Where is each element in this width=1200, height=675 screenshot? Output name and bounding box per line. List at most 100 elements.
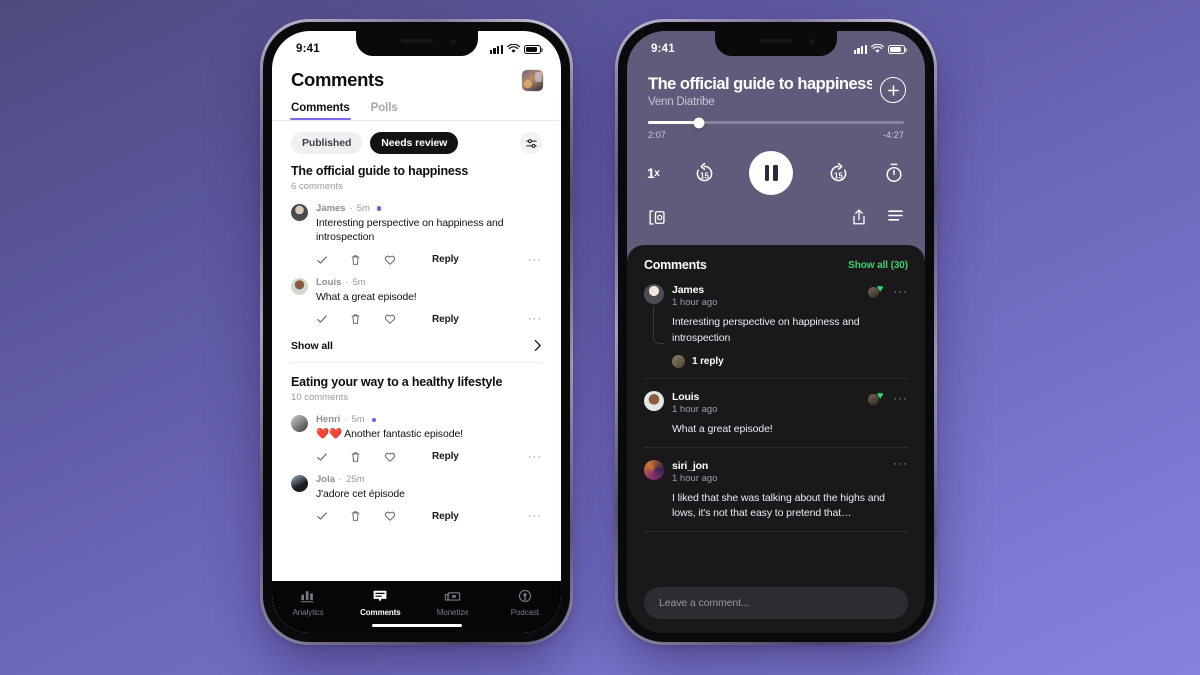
comment-bubble-icon <box>373 590 387 602</box>
reply-button[interactable]: Reply <box>432 451 459 462</box>
more-options-icon[interactable]: ··· <box>528 254 542 265</box>
comment-author: James <box>672 284 704 297</box>
episode-comment-count: 10 comments <box>291 392 349 404</box>
meta-separator: · <box>345 276 349 288</box>
queue-list-icon[interactable] <box>887 208 904 231</box>
bar-chart-icon <box>301 590 314 602</box>
check-icon[interactable] <box>316 313 350 325</box>
playback-speed-button[interactable]: 1x <box>647 165 660 181</box>
avatar <box>644 460 664 481</box>
tabbar-item-comments[interactable]: Comments <box>344 589 416 617</box>
heart-icon[interactable] <box>384 451 418 463</box>
tab-comments[interactable]: Comments <box>290 102 351 120</box>
forward-15-icon[interactable]: 15 <box>827 162 850 185</box>
comment-time: 1 hour ago <box>672 297 718 309</box>
front-camera <box>449 39 456 45</box>
replies-row[interactable]: 1 reply <box>672 354 908 368</box>
check-icon[interactable] <box>316 510 350 522</box>
player-header: The official guide to happiness Venn Dia… <box>627 61 925 108</box>
plus-circle-icon[interactable] <box>880 77 906 103</box>
more-options-icon[interactable]: ··· <box>528 451 542 462</box>
airplay-cast-icon[interactable] <box>648 209 666 231</box>
heart-icon[interactable] <box>384 510 418 522</box>
avatar <box>672 354 685 368</box>
show-all-link[interactable]: Show all (30) <box>848 260 908 271</box>
comment-author: James <box>316 203 346 214</box>
more-options-icon[interactable]: ··· <box>893 287 908 298</box>
show-all-row[interactable]: Show all <box>291 339 542 352</box>
avatar <box>291 474 308 492</box>
comment-text: Interesting perspective on happiness and… <box>316 217 504 244</box>
comment-row: James · 5m Interesting perspective on ha… <box>291 203 542 266</box>
green-heart-reaction[interactable]: ♥ <box>868 284 883 299</box>
tabbar-label: Monetize <box>436 607 469 617</box>
wifi-icon <box>507 44 520 53</box>
tab-polls[interactable]: Polls <box>371 102 398 120</box>
green-heart-reaction[interactable]: ♥ <box>868 390 883 406</box>
notch <box>355 31 478 56</box>
comment-text: I liked that she was talking about the h… <box>672 492 885 520</box>
speed-suffix: x <box>654 167 660 179</box>
comments-list[interactable]: The official guide to happiness 6 commen… <box>272 164 561 581</box>
comments-panel: Comments Show all (30) James 1 hour ago <box>627 245 925 633</box>
tabbar-item-podcast[interactable]: Podcast <box>489 589 561 617</box>
more-options-icon[interactable]: ··· <box>893 459 908 470</box>
cellular-bars-icon <box>489 44 503 54</box>
filter-chip-row: Published Needs review <box>272 121 561 164</box>
tabbar-label: Comments <box>360 607 401 617</box>
tabbar-item-monetize[interactable]: Monetize <box>417 589 489 617</box>
check-icon[interactable] <box>316 254 350 266</box>
player-secondary-actions <box>627 195 925 245</box>
battery-icon <box>524 44 543 54</box>
more-options-icon[interactable]: ··· <box>893 393 908 404</box>
comment-author: Henri <box>316 414 341 426</box>
reply-button[interactable]: Reply <box>432 314 459 325</box>
comment-composer-input[interactable]: Leave a comment... <box>644 587 908 619</box>
tab-polls-label: Polls <box>370 102 398 114</box>
check-icon[interactable] <box>316 451 350 463</box>
chip-published[interactable]: Published <box>291 132 363 154</box>
comment-time: 5m <box>351 414 365 426</box>
reply-button[interactable]: Reply <box>432 254 459 265</box>
comment-time: 1 hour ago <box>672 403 718 415</box>
comment-author: Jola <box>316 473 336 485</box>
right-phone-screen: 9:41 The official guide to happiness Ven… <box>627 31 925 633</box>
meta-separator: · <box>349 203 353 214</box>
sliders-filter-icon[interactable] <box>520 132 542 154</box>
right-phone-device: 9:41 The official guide to happiness Ven… <box>615 19 937 645</box>
left-header: Comments <box>272 61 561 91</box>
avatar <box>291 415 308 433</box>
progress-track[interactable] <box>648 117 904 129</box>
section-divider <box>291 362 542 364</box>
pause-button[interactable] <box>749 151 794 196</box>
comment-author: siri_jon <box>672 460 709 473</box>
heart-icon[interactable] <box>384 313 418 325</box>
tab-comments-label: Comments <box>291 102 350 114</box>
rewind-15-icon[interactable]: 15 <box>693 162 716 185</box>
meta-separator: · <box>339 473 343 485</box>
chip-needs-review[interactable]: Needs review <box>370 132 459 154</box>
comment-text: Interesting perspective on happiness and… <box>672 316 860 344</box>
heart-icon[interactable] <box>384 254 418 266</box>
sleep-timer-icon[interactable] <box>883 162 905 184</box>
more-options-icon[interactable]: ··· <box>528 314 542 325</box>
avatar <box>291 204 308 221</box>
reply-count: 1 reply <box>692 355 724 367</box>
share-icon[interactable] <box>851 208 867 231</box>
album-artwork-thumbnail[interactable] <box>522 69 543 91</box>
remaining-time: -4:27 <box>882 130 904 141</box>
trash-icon[interactable] <box>350 254 384 266</box>
progress-knob[interactable] <box>693 117 705 129</box>
reply-button[interactable]: Reply <box>432 511 459 522</box>
trash-icon[interactable] <box>350 510 384 522</box>
trash-icon[interactable] <box>350 313 384 325</box>
progress-fill <box>648 121 700 125</box>
chevron-right-icon <box>534 340 541 352</box>
earpiece-speaker <box>400 39 433 43</box>
playback-progress[interactable]: 2:07 -4:27 <box>627 108 925 140</box>
tabbar-item-analytics[interactable]: Analytics <box>272 589 344 617</box>
avatar <box>644 284 664 305</box>
notch <box>715 31 837 56</box>
more-options-icon[interactable]: ··· <box>528 511 542 522</box>
trash-icon[interactable] <box>350 451 384 463</box>
